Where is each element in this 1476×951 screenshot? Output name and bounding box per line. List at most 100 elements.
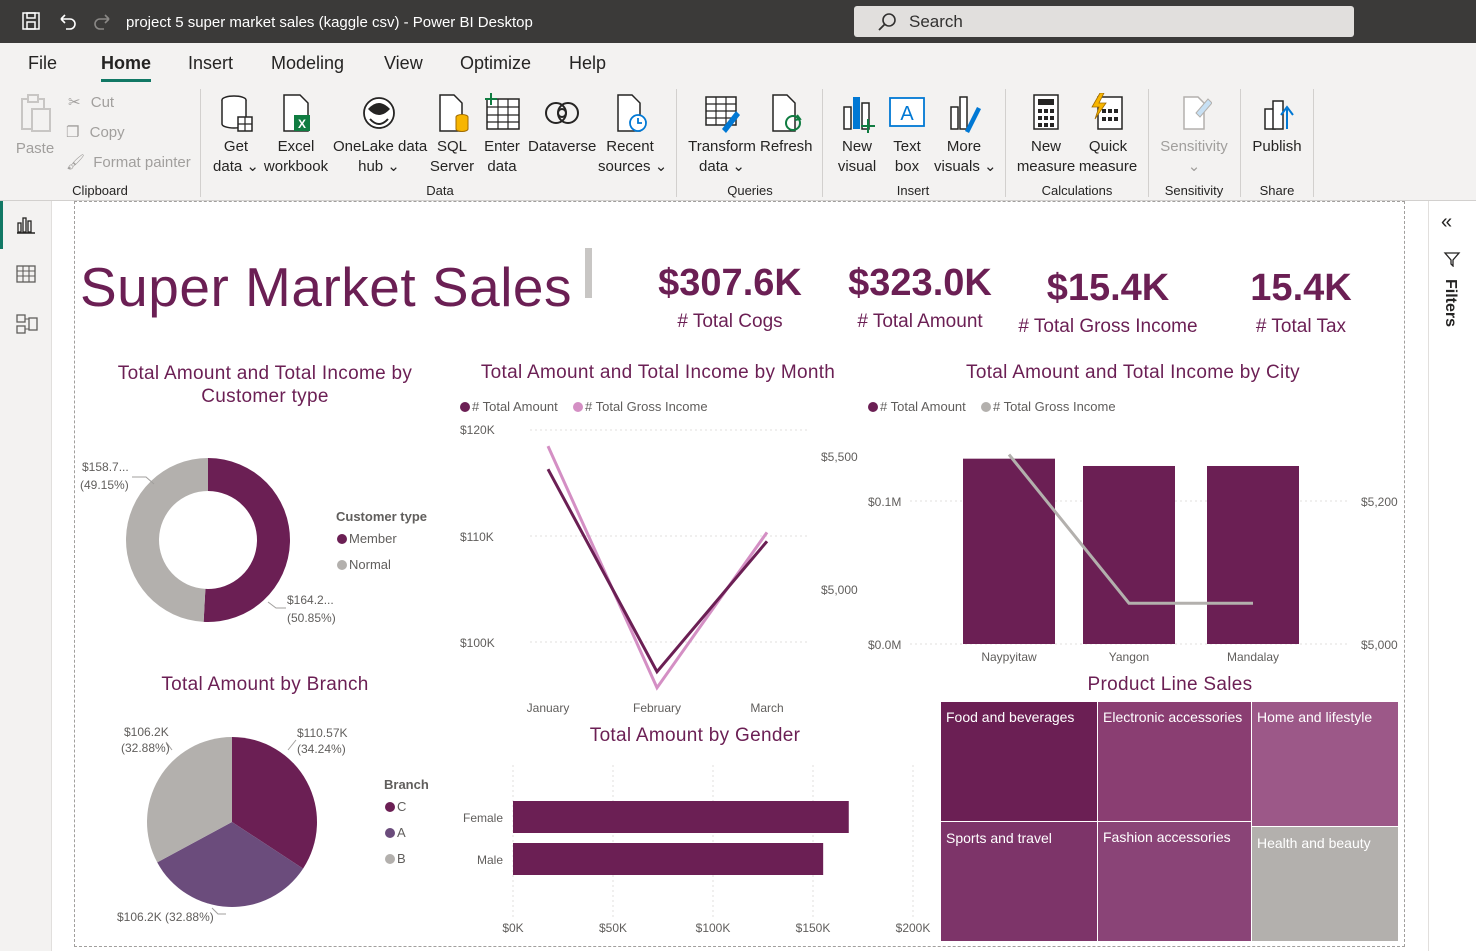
sql-server-button[interactable]: SQL Server <box>428 93 476 177</box>
treemap-home-and-lifestyle[interactable]: Home and lifestyle <box>1251 701 1399 827</box>
city-legend-amount[interactable]: # Total Amount <box>868 399 966 414</box>
clipboard-group-label: Clipboard <box>72 183 128 198</box>
treemap-sports-and-travel[interactable]: Sports and travel <box>940 821 1098 942</box>
city-bar-mandalay[interactable] <box>1207 465 1299 644</box>
filters-pane-collapsed[interactable]: « Filters <box>1428 201 1476 951</box>
branch-legend-c[interactable]: C <box>385 799 406 814</box>
sensitivity-group-label: Sensitivity <box>1164 183 1224 198</box>
gender-y-tick-female: Female <box>463 811 503 825</box>
month-line-chart[interactable]: January February March <box>500 420 820 720</box>
gender-x-tick-4: $200K <box>896 921 931 935</box>
month-x-tick-march: March <box>750 701 783 715</box>
transform-data-button[interactable]: Transform data ⌄ <box>686 93 758 177</box>
tab-optimize[interactable]: Optimize <box>460 53 531 74</box>
donut-legend-normal[interactable]: Normal <box>337 557 391 572</box>
tab-view[interactable]: View <box>384 53 423 74</box>
quick-measure-icon <box>1091 93 1123 130</box>
excel-icon: X <box>283 94 310 132</box>
model-view-icon[interactable] <box>15 313 39 335</box>
dataverse-icon <box>545 102 579 124</box>
sensitivity-button[interactable]: Sensitivity ⌄ <box>1158 93 1230 177</box>
filter-icon <box>1443 252 1461 267</box>
tab-help[interactable]: Help <box>569 53 606 74</box>
tab-home[interactable]: Home <box>101 53 152 82</box>
branch-leader-c[interactable] <box>287 739 297 751</box>
onelake-data-hub-button[interactable]: OneLake data hub ⌄ <box>333 93 427 177</box>
cut-button[interactable]: ✂ Cut <box>68 93 114 111</box>
recent-sources-button[interactable]: Recent sources ⌄ <box>598 93 667 177</box>
branch-label-a: $106.2K (32.88%) <box>117 910 214 924</box>
month-series-amount-line[interactable] <box>546 468 769 675</box>
kpi-total-tax[interactable]: 15.4K # Total Tax <box>1216 267 1386 338</box>
table-view-icon[interactable] <box>15 264 37 284</box>
branch-leader-a[interactable] <box>211 907 226 915</box>
city-bar-yangon[interactable] <box>1083 465 1175 644</box>
new-measure-button[interactable]: New measure <box>1016 93 1076 177</box>
month-series-income-line[interactable] <box>546 445 769 691</box>
branch-legend-b[interactable]: B <box>385 851 406 866</box>
report-view-icon[interactable] <box>15 215 37 235</box>
treemap-health-and-beauty[interactable]: Health and beauty <box>1251 826 1399 942</box>
month-y-tick-2: $110K <box>460 530 494 544</box>
tab-file[interactable]: File <box>28 53 57 74</box>
donut-label-normal-value: $158.7... <box>82 460 129 474</box>
donut-slice-normal[interactable] <box>126 458 208 622</box>
expand-icon[interactable]: « <box>1441 211 1452 234</box>
donut-legend-member[interactable]: Member <box>337 531 397 546</box>
undo-icon[interactable] <box>56 10 78 32</box>
treemap-fashion-accessories[interactable]: Fashion accessories <box>1097 821 1252 942</box>
product-treemap[interactable]: Food and beverages Electronic accessorie… <box>940 701 1399 942</box>
city-y-tick-1: $0.1M <box>868 495 902 509</box>
donut-leader-member[interactable] <box>267 601 286 609</box>
donut-label-member-percent: (50.85%) <box>287 611 336 625</box>
branch-chart-title: Total Amount by Branch <box>161 674 369 695</box>
kpi-total-gross-income[interactable]: $15.4K # Total Gross Income <box>1010 267 1206 338</box>
branch-label-c-value: $110.57K <box>297 726 348 740</box>
copy-button[interactable]: ❐ Copy <box>66 123 125 141</box>
view-switcher <box>0 201 52 951</box>
excel-workbook-button[interactable]: X Excel workbook <box>262 93 330 177</box>
gender-bar-male[interactable] <box>513 843 824 875</box>
city-combo-chart[interactable]: Naypyitaw Yangon Mandalay <box>910 420 1360 670</box>
refresh-button[interactable]: Refresh <box>760 93 813 157</box>
donut-slice-member[interactable] <box>203 458 290 622</box>
quick-measure-button[interactable]: Quick measure <box>1078 93 1138 177</box>
treemap-food-and-beverages[interactable]: Food and beverages <box>940 701 1098 822</box>
calculator-icon <box>1033 94 1059 130</box>
more-visuals-button[interactable]: More visuals ⌄ <box>934 93 997 177</box>
new-visual-icon <box>843 97 875 133</box>
dataverse-button[interactable]: Dataverse <box>528 93 596 157</box>
tab-modeling[interactable]: Modeling <box>271 53 344 74</box>
gender-bar-female[interactable] <box>513 801 849 833</box>
ribbon-tabs: File Home Insert Modeling View Optimize … <box>0 43 1476 85</box>
month-legend-amount[interactable]: # Total Amount <box>460 399 558 414</box>
new-visual-button[interactable]: New visual <box>834 93 880 177</box>
treemap-electronic-accessories[interactable]: Electronic accessories <box>1097 701 1252 822</box>
kpi-total-cogs[interactable]: $307.6K # Total Cogs <box>640 262 820 333</box>
city-legend-income[interactable]: # Total Gross Income <box>981 399 1116 414</box>
branch-legend-a[interactable]: A <box>385 825 406 840</box>
copy-icon: ❐ <box>66 124 80 141</box>
search-box[interactable]: Search <box>854 6 1354 37</box>
enter-data-button[interactable]: Enter data <box>479 93 525 177</box>
filters-label: Filters <box>1442 279 1459 328</box>
gender-bar-chart[interactable]: $0K $50K $100K $150K $200K Female Male <box>455 755 945 945</box>
publish-button[interactable]: Publish <box>1250 93 1304 157</box>
tab-insert[interactable]: Insert <box>188 53 233 74</box>
month-legend-income[interactable]: # Total Gross Income <box>573 399 708 414</box>
save-icon[interactable] <box>20 10 42 32</box>
table-plus-icon <box>485 93 520 130</box>
get-data-button[interactable]: Get data ⌄ <box>210 93 262 177</box>
donut-label-member-value: $164.2... <box>287 593 334 607</box>
paste-button[interactable]: Paste <box>14 93 56 159</box>
city-bar-naypyitaw[interactable] <box>963 458 1055 644</box>
text-box-button[interactable]: A Text box <box>884 93 930 177</box>
kpi-total-amount[interactable]: $323.0K # Total Amount <box>830 262 1010 333</box>
city-x-tick-naypyitaw: Naypyitaw <box>981 650 1037 664</box>
redo-icon[interactable] <box>92 10 114 32</box>
gender-chart-title: Total Amount by Gender <box>589 725 801 746</box>
month-y2-tick-1: $5,500 <box>821 450 858 464</box>
format-painter-button[interactable]: 🖌 Format painter <box>66 153 191 171</box>
product-chart-title: Product Line Sales <box>1087 674 1253 695</box>
search-icon <box>878 13 896 31</box>
